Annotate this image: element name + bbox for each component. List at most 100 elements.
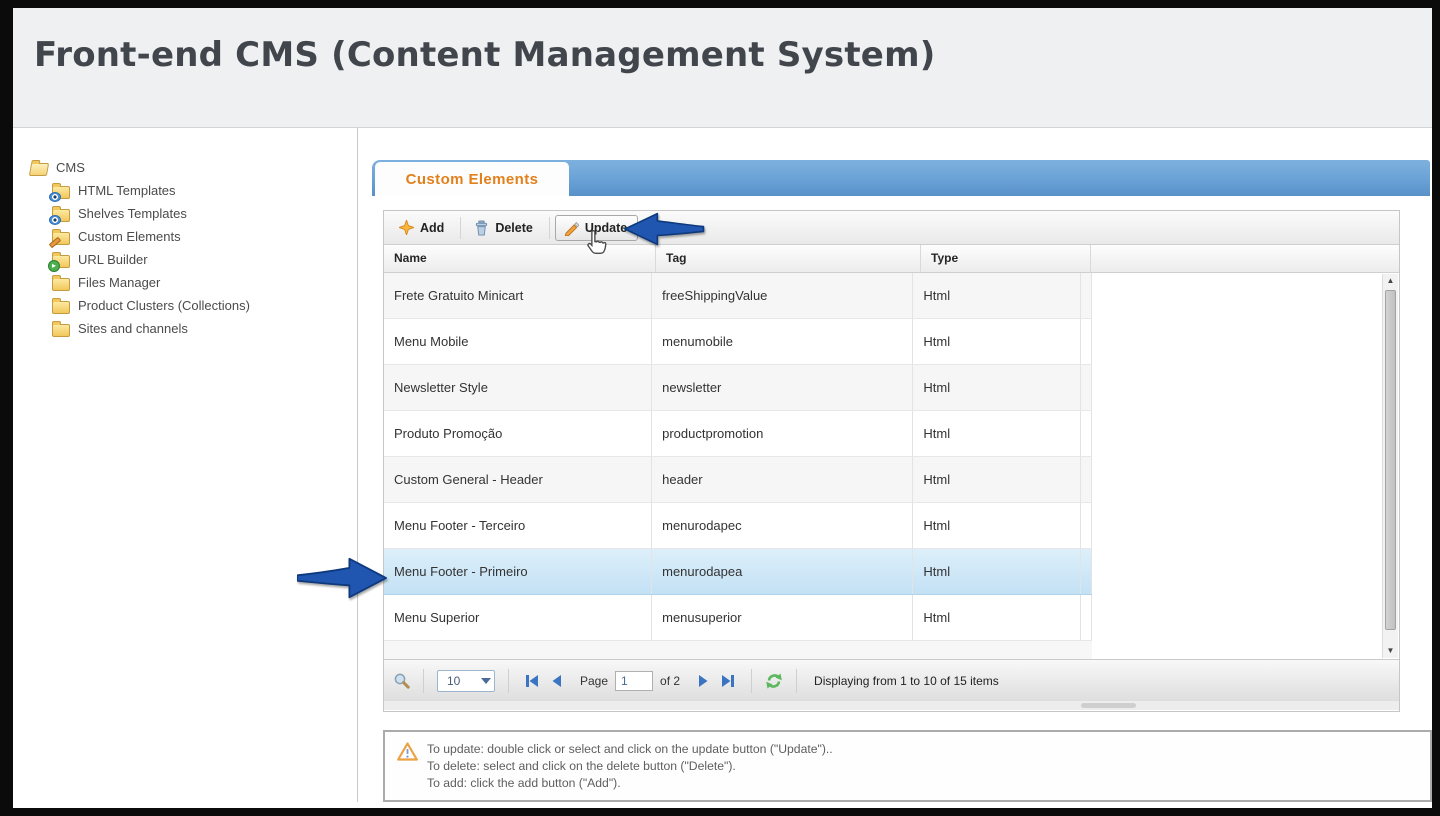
- sidebar-item-cms-root[interactable]: CMS: [30, 156, 357, 179]
- main-area: Custom Elements Add: [358, 128, 1432, 808]
- sidebar-item-custom-elements[interactable]: Custom Elements: [52, 225, 357, 248]
- sidebar-item-product-clusters-collections[interactable]: Product Clusters (Collections): [52, 294, 357, 317]
- cell-type: Html: [913, 457, 1081, 502]
- table-row[interactable]: Custom General - HeaderheaderHtml: [384, 457, 1092, 503]
- column-header-name[interactable]: Name: [384, 245, 656, 272]
- cell-rest: [1081, 595, 1092, 640]
- help-note-box: To update: double click or select and cl…: [383, 730, 1432, 802]
- help-note-text: To update: double click or select and cl…: [427, 741, 833, 792]
- sidebar-item-url-builder[interactable]: URL Builder: [52, 248, 357, 271]
- pager-status: Displaying from 1 to 10 of 15 items: [814, 674, 999, 688]
- sidebar-item-shelves-templates[interactable]: Shelves Templates: [52, 202, 357, 225]
- trash-icon: [474, 220, 489, 236]
- cell-name: Menu Footer - Terceiro: [384, 503, 652, 548]
- pager-separator: [508, 669, 509, 693]
- tab-custom-elements[interactable]: Custom Elements: [375, 162, 569, 196]
- tree-children: HTML TemplatesShelves TemplatesCustom El…: [30, 179, 357, 340]
- cell-tag: header: [652, 457, 913, 502]
- folder-icon: [52, 278, 70, 291]
- cell-rest: [1081, 319, 1092, 364]
- cell-tag: menumobile: [652, 319, 913, 364]
- tree-item-label: URL Builder: [78, 252, 148, 267]
- tree-root-label: CMS: [56, 160, 85, 175]
- sidebar-item-files-manager[interactable]: Files Manager: [52, 271, 357, 294]
- first-page-icon: [524, 674, 540, 688]
- page-count-label: of 2: [660, 674, 680, 688]
- cell-type: Html: [913, 595, 1081, 640]
- table-body: Frete Gratuito MinicartfreeShippingValue…: [384, 273, 1399, 659]
- cell-name: Newsletter Style: [384, 365, 652, 410]
- column-header-empty: [1091, 245, 1399, 272]
- open-folder-icon: [29, 163, 49, 176]
- prev-page-button[interactable]: [549, 672, 565, 690]
- column-header-tag[interactable]: Tag: [656, 245, 921, 272]
- pager-separator: [423, 669, 424, 693]
- last-page-button[interactable]: [718, 672, 738, 690]
- note-line-delete: To delete: select and click on the delet…: [427, 758, 833, 775]
- tree-item-label: Files Manager: [78, 275, 160, 290]
- horizontal-scrollbar-thumb[interactable]: [1081, 703, 1136, 708]
- cell-name: Menu Superior: [384, 595, 652, 640]
- app-body: CMS HTML TemplatesShelves TemplatesCusto…: [13, 128, 1432, 808]
- cell-rest: [1081, 273, 1092, 318]
- table-row-selected[interactable]: Menu Footer - PrimeiromenurodapeaHtml: [384, 549, 1092, 595]
- add-button-label: Add: [420, 221, 444, 235]
- sidebar-item-sites-and-channels[interactable]: Sites and channels: [52, 317, 357, 340]
- update-button-label: Update: [585, 221, 627, 235]
- table-row[interactable]: Menu SuperiormenusuperiorHtml: [384, 595, 1092, 641]
- screen: Front-end CMS (Content Management System…: [13, 8, 1432, 808]
- table-row[interactable]: Frete Gratuito MinicartfreeShippingValue…: [384, 273, 1092, 319]
- toolbar-separator: [460, 217, 461, 239]
- cell-rest: [1081, 457, 1092, 502]
- cell-tag: newsletter: [652, 365, 913, 410]
- edit-folder-icon: [52, 232, 70, 245]
- next-page-icon: [697, 674, 709, 688]
- pencil-icon: [563, 220, 579, 236]
- delete-button[interactable]: Delete: [466, 215, 544, 241]
- page-number-input[interactable]: [615, 671, 653, 691]
- custom-elements-panel: Add Delete: [383, 210, 1400, 712]
- table-row[interactable]: Newsletter StylenewsletterHtml: [384, 365, 1092, 411]
- refresh-icon[interactable]: [765, 672, 783, 690]
- folder-icon: [52, 324, 70, 337]
- vertical-scrollbar[interactable]: ▲ ▼: [1382, 274, 1398, 658]
- column-header-type[interactable]: Type: [921, 245, 1091, 272]
- add-button[interactable]: Add: [391, 215, 455, 240]
- pager-separator: [796, 669, 797, 693]
- sidebar-item-html-templates[interactable]: HTML Templates: [52, 179, 357, 202]
- table-row[interactable]: Menu MobilemenumobileHtml: [384, 319, 1092, 365]
- link-folder-icon: [52, 255, 70, 268]
- note-line-update: To update: double click or select and cl…: [427, 741, 833, 758]
- cell-tag: menusuperior: [652, 595, 913, 640]
- page-size-value: 10: [438, 674, 478, 688]
- delete-button-label: Delete: [495, 221, 533, 235]
- next-page-button[interactable]: [695, 672, 711, 690]
- table-rows: Frete Gratuito MinicartfreeShippingValue…: [384, 273, 1399, 641]
- cell-type: Html: [913, 365, 1081, 410]
- folder-icon: [52, 301, 70, 314]
- cell-rest: [1081, 503, 1092, 548]
- tree-item-label: Sites and channels: [78, 321, 188, 336]
- cell-name: Frete Gratuito Minicart: [384, 273, 652, 318]
- scroll-down-arrow[interactable]: ▼: [1383, 644, 1398, 658]
- tab-bar: Custom Elements: [372, 160, 1430, 196]
- first-page-button[interactable]: [522, 672, 542, 690]
- pager-separator: [751, 669, 752, 693]
- search-icon[interactable]: [393, 672, 410, 689]
- sidebar-tree: CMS HTML TemplatesShelves TemplatesCusto…: [13, 128, 357, 808]
- page-size-select[interactable]: 10: [437, 670, 495, 692]
- cell-type: Html: [913, 319, 1081, 364]
- view-folder-icon: [52, 209, 70, 222]
- horizontal-scrollbar[interactable]: [384, 701, 1399, 710]
- cell-tag: productpromotion: [652, 411, 913, 456]
- cell-rest: [1081, 411, 1092, 456]
- scrollbar-thumb[interactable]: [1385, 290, 1396, 630]
- add-icon: [399, 220, 414, 235]
- table-header-row: Name Tag Type: [384, 245, 1399, 273]
- table-row[interactable]: Menu Footer - TerceiromenurodapecHtml: [384, 503, 1092, 549]
- update-button[interactable]: Update: [555, 215, 638, 241]
- table-row-partial: [384, 641, 1092, 659]
- chevron-down-icon: [478, 677, 494, 685]
- scroll-up-arrow[interactable]: ▲: [1383, 274, 1398, 288]
- table-row[interactable]: Produto PromoçãoproductpromotionHtml: [384, 411, 1092, 457]
